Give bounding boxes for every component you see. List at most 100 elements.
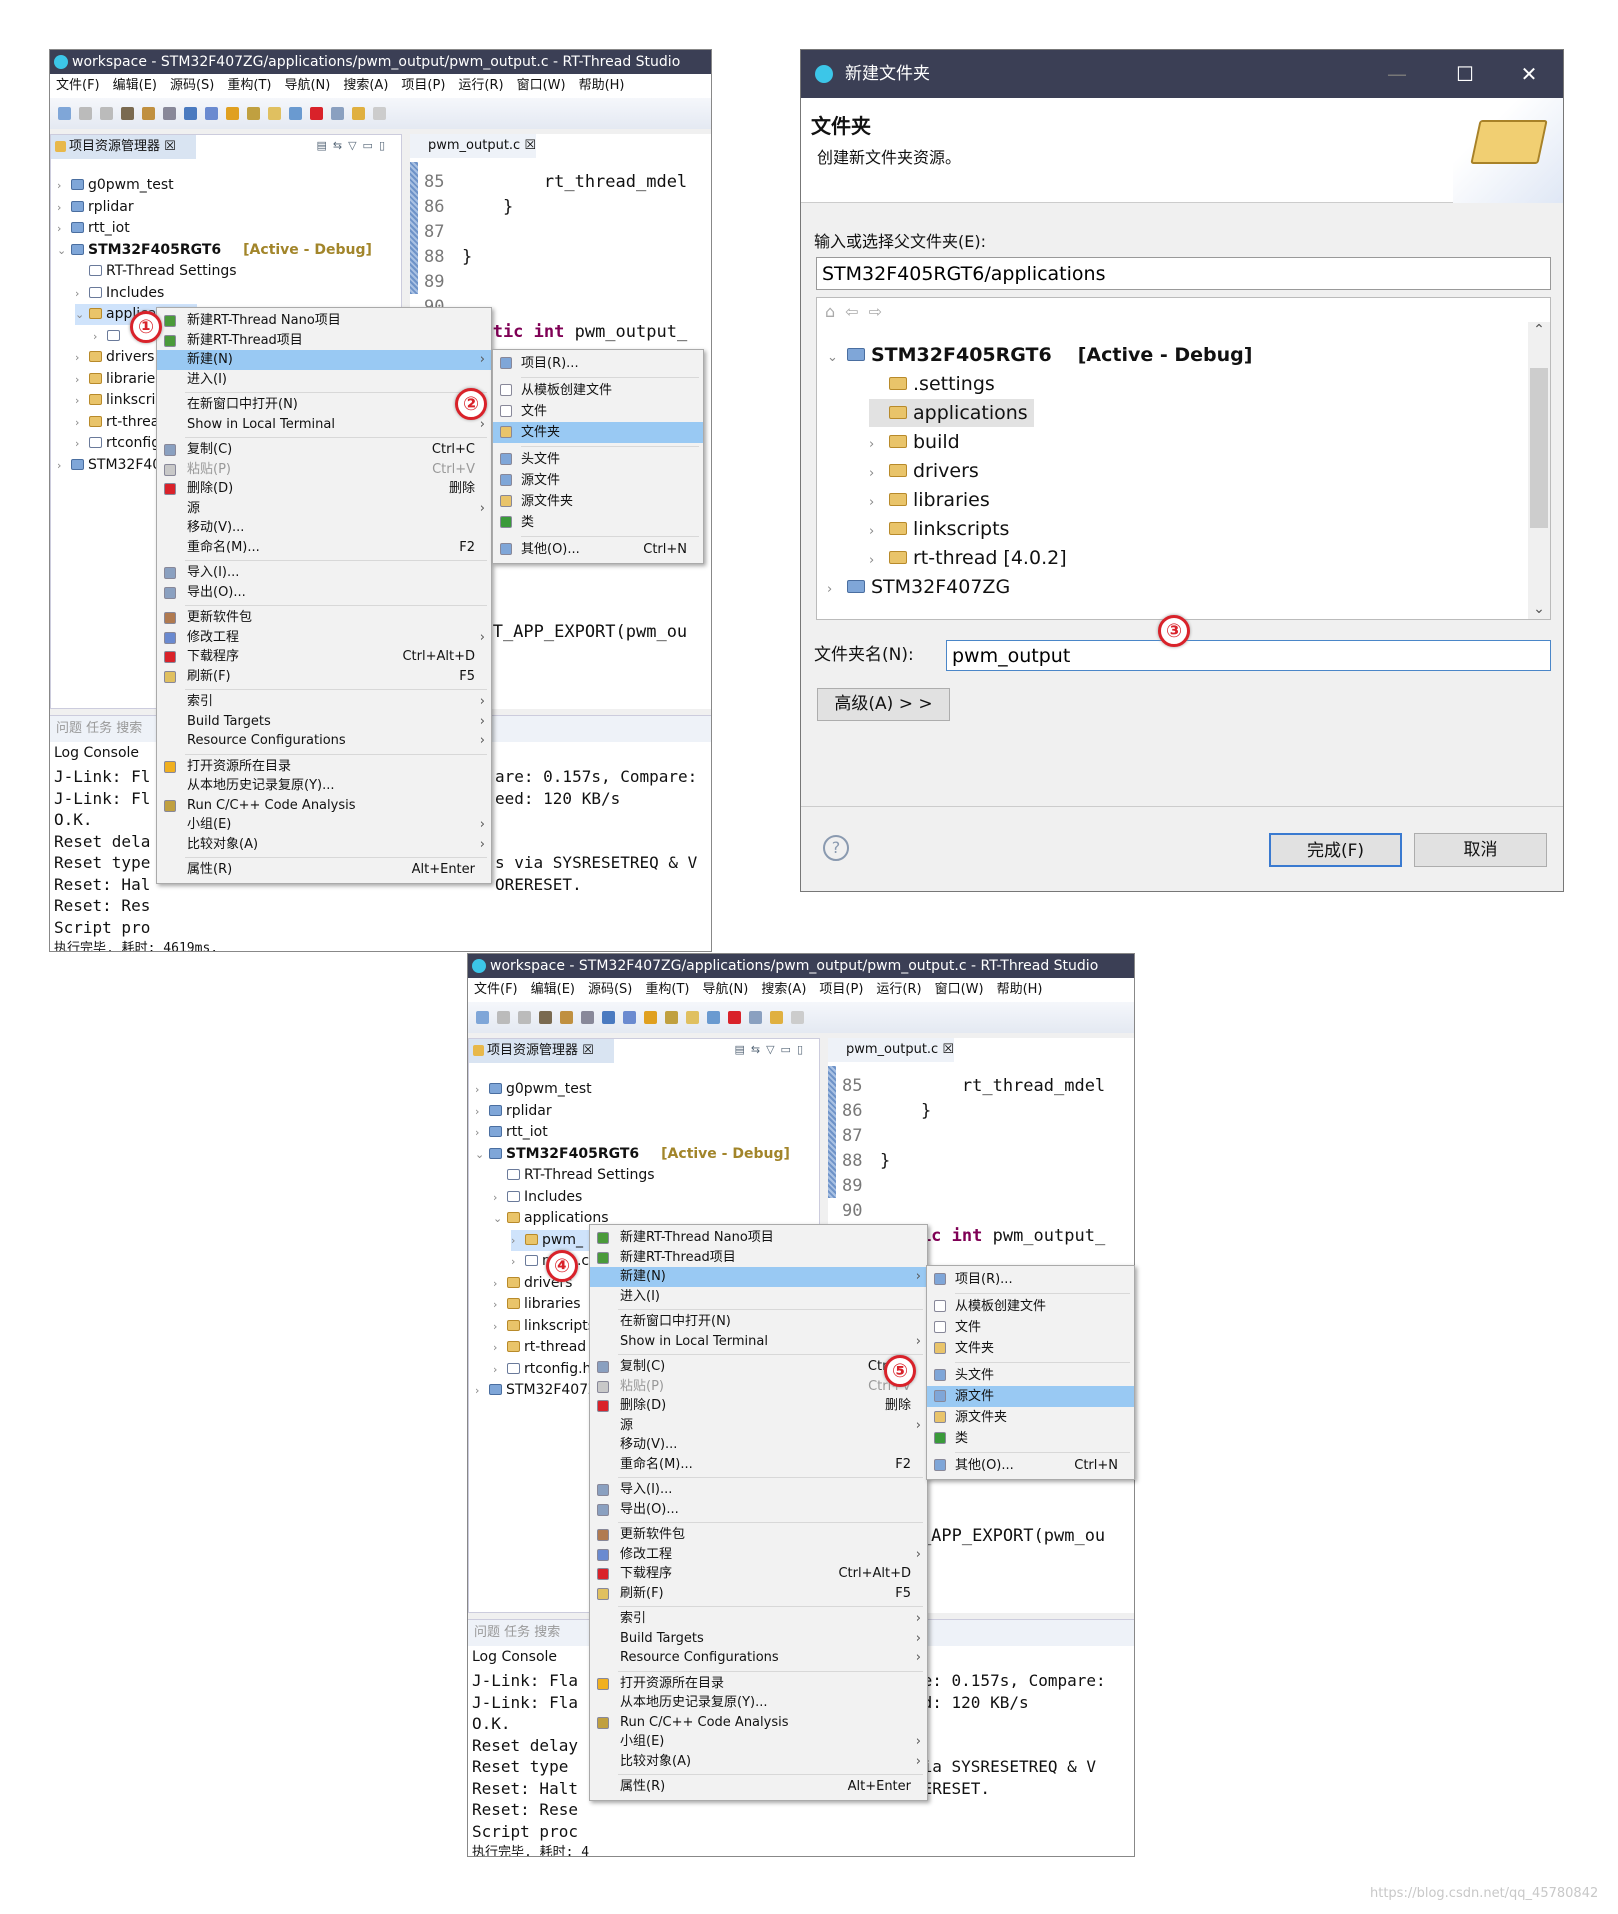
- folder-tree-item[interactable]: › drivers: [869, 457, 985, 485]
- chevron-right-icon[interactable]: ›: [869, 489, 889, 517]
- menu-item[interactable]: 类: [927, 1428, 1134, 1449]
- tree-item[interactable]: › rplidar: [57, 197, 140, 218]
- menu-item[interactable]: 源文件夹: [927, 1407, 1134, 1428]
- menu-item[interactable]: 其他(O)... Ctrl+N: [493, 539, 703, 560]
- menu-item[interactable]: 其他(O)... Ctrl+N: [927, 1455, 1134, 1476]
- menu-item[interactable]: 索引 ›: [157, 692, 491, 712]
- menu-item[interactable]: Build Targets ›: [157, 712, 491, 732]
- scroll-thumb[interactable]: [1530, 368, 1548, 528]
- menu-item[interactable]: 源文件: [493, 470, 703, 491]
- menu-item[interactable]: 项目(R)...: [493, 353, 703, 374]
- chevron-right-icon[interactable]: ›: [493, 1359, 507, 1380]
- chevron-right-icon[interactable]: ›: [493, 1316, 507, 1337]
- menu-item[interactable]: 修改工程 ›: [157, 628, 491, 648]
- chevron-right-icon[interactable]: ›: [475, 1079, 489, 1100]
- menu-item[interactable]: Show in Local Terminal ›: [590, 1332, 927, 1352]
- menu-item[interactable]: 导出(O)...: [157, 583, 491, 603]
- menu-item[interactable]: 比较对象(A) ›: [590, 1752, 927, 1772]
- tree-item[interactable]: › Includes: [493, 1187, 588, 1208]
- toolbar-button-icon[interactable]: [665, 1011, 678, 1024]
- chevron-right-icon[interactable]: ›: [75, 369, 89, 390]
- toolbar-button-icon[interactable]: [289, 107, 302, 120]
- code-line[interactable]: 88}: [424, 245, 472, 270]
- chevron-right-icon[interactable]: ›: [475, 1380, 489, 1401]
- maximize-icon[interactable]: ☐: [1435, 50, 1495, 98]
- menu-item[interactable]: 源 ›: [590, 1416, 927, 1436]
- toolbar-button-icon[interactable]: [539, 1011, 552, 1024]
- view-controls-icon[interactable]: ▤⇆▽▭▯: [316, 139, 391, 152]
- menubar-item[interactable]: 项目(P): [819, 978, 863, 1002]
- menu-item[interactable]: 从模板创建文件: [927, 1296, 1134, 1317]
- menu-item[interactable]: 重命名(M)... F2: [157, 538, 491, 558]
- chevron-right-icon[interactable]: ›: [511, 1251, 525, 1272]
- folder-tree-item[interactable]: › libraries: [869, 486, 996, 514]
- chevron-right-icon[interactable]: ›: [869, 547, 889, 575]
- folder-tree[interactable]: ⌂⇦⇨ ⌄ STM32F405RGT6 [Active - Debug] .setti…: [816, 297, 1551, 620]
- menu-item[interactable]: Run C/C++ Code Analysis: [590, 1713, 927, 1733]
- code-line[interactable]: 86 }: [842, 1099, 931, 1124]
- code-line[interactable]: 85 rt_thread_mdel: [842, 1074, 1105, 1099]
- tree-item[interactable]: › drivers: [75, 347, 160, 368]
- menu-item[interactable]: 导出(O)...: [590, 1500, 927, 1520]
- menu-item[interactable]: 头文件: [493, 449, 703, 470]
- view-controls-icon[interactable]: ▤⇆▽▭▯: [734, 1043, 809, 1056]
- toolbar-button-icon[interactable]: [79, 107, 92, 120]
- menubar-item[interactable]: 帮助(H): [997, 978, 1043, 1002]
- menu-item[interactable]: 在新窗口中打开(N): [157, 395, 491, 415]
- menu-item[interactable]: Show in Local Terminal ›: [157, 415, 491, 435]
- menu-item[interactable]: 更新软件包: [157, 608, 491, 628]
- menu-item[interactable]: Resource Configurations ›: [590, 1648, 927, 1668]
- tree-item[interactable]: ⌄ STM32F405RGT6 [Active - Debug]: [475, 1144, 796, 1165]
- menu-item[interactable]: 新建RT-Thread项目: [590, 1248, 927, 1268]
- menu-item[interactable]: 刷新(F) F5: [157, 667, 491, 687]
- editor-tab[interactable]: pwm_output.c ☒: [828, 1038, 954, 1062]
- menu-item[interactable]: 属性(R) Alt+Enter: [590, 1777, 927, 1797]
- toolbar-button-icon[interactable]: [623, 1011, 636, 1024]
- menu-item[interactable]: 新建RT-Thread项目: [157, 331, 491, 351]
- toolbar-button-icon[interactable]: [518, 1011, 531, 1024]
- chevron-right-icon[interactable]: ›: [93, 326, 107, 347]
- tree-item[interactable]: › pwm_: [511, 1229, 589, 1251]
- code-line[interactable]: 89: [842, 1174, 880, 1199]
- chevron-right-icon[interactable]: ›: [493, 1337, 507, 1358]
- tree-item[interactable]: › rtt_iot: [475, 1122, 554, 1143]
- toolbar-button-icon[interactable]: [226, 107, 239, 120]
- toolbar-button-icon[interactable]: [310, 107, 323, 120]
- menu-item[interactable]: 从本地历史记录复原(Y)...: [590, 1693, 927, 1713]
- chevron-right-icon[interactable]: ›: [75, 347, 89, 368]
- menu-item[interactable]: 移动(V)...: [590, 1435, 927, 1455]
- menu-item[interactable]: 文件: [493, 401, 703, 422]
- menubar-item[interactable]: 重构(T): [645, 978, 689, 1002]
- menu-item[interactable]: 从模板创建文件: [493, 380, 703, 401]
- menubar-item[interactable]: 搜索(A): [343, 74, 388, 98]
- menu-item[interactable]: 文件: [927, 1317, 1134, 1338]
- scroll-up-icon[interactable]: ⌃: [1528, 322, 1550, 338]
- project-explorer-tab[interactable]: 项目资源管理器 ☒: [469, 1039, 614, 1063]
- tree-item[interactable]: › libraries: [75, 369, 169, 390]
- menu-item[interactable]: 源文件: [927, 1386, 1134, 1407]
- tree-item[interactable]: › linkscripts: [493, 1316, 601, 1337]
- toolbar-button-icon[interactable]: [352, 107, 365, 120]
- toolbar-button-icon[interactable]: [497, 1011, 510, 1024]
- menu-item[interactable]: 头文件: [927, 1365, 1134, 1386]
- menu-item[interactable]: 属性(R) Alt+Enter: [157, 860, 491, 880]
- parent-folder-input[interactable]: [816, 257, 1551, 290]
- menu-item[interactable]: 在新窗口中打开(N): [590, 1312, 927, 1332]
- menu-item[interactable]: 类: [493, 512, 703, 533]
- menu-item[interactable]: 删除(D) 删除: [590, 1396, 927, 1416]
- chevron-right-icon[interactable]: ›: [475, 1101, 489, 1122]
- toolbar-button-icon[interactable]: [770, 1011, 783, 1024]
- menu-item[interactable]: 复制(C) Ctrl+C: [157, 440, 491, 460]
- chevron-right-icon[interactable]: ›: [827, 576, 847, 604]
- toolbar-button-icon[interactable]: [686, 1011, 699, 1024]
- tree-item[interactable]: ›: [93, 326, 130, 347]
- tree-scrollbar[interactable]: ⌃ ⌄: [1528, 322, 1550, 619]
- menubar-item[interactable]: 源码(S): [170, 74, 214, 98]
- toolbar-button-icon[interactable]: [331, 107, 344, 120]
- help-icon[interactable]: ?: [823, 835, 849, 861]
- menu-item[interactable]: 源文件夹: [493, 491, 703, 512]
- toolbar-button-icon[interactable]: [749, 1011, 762, 1024]
- chevron-down-icon[interactable]: ⌄: [57, 240, 71, 261]
- menubar-item[interactable]: 编辑(E): [113, 74, 157, 98]
- code-line[interactable]: 86 }: [424, 195, 513, 220]
